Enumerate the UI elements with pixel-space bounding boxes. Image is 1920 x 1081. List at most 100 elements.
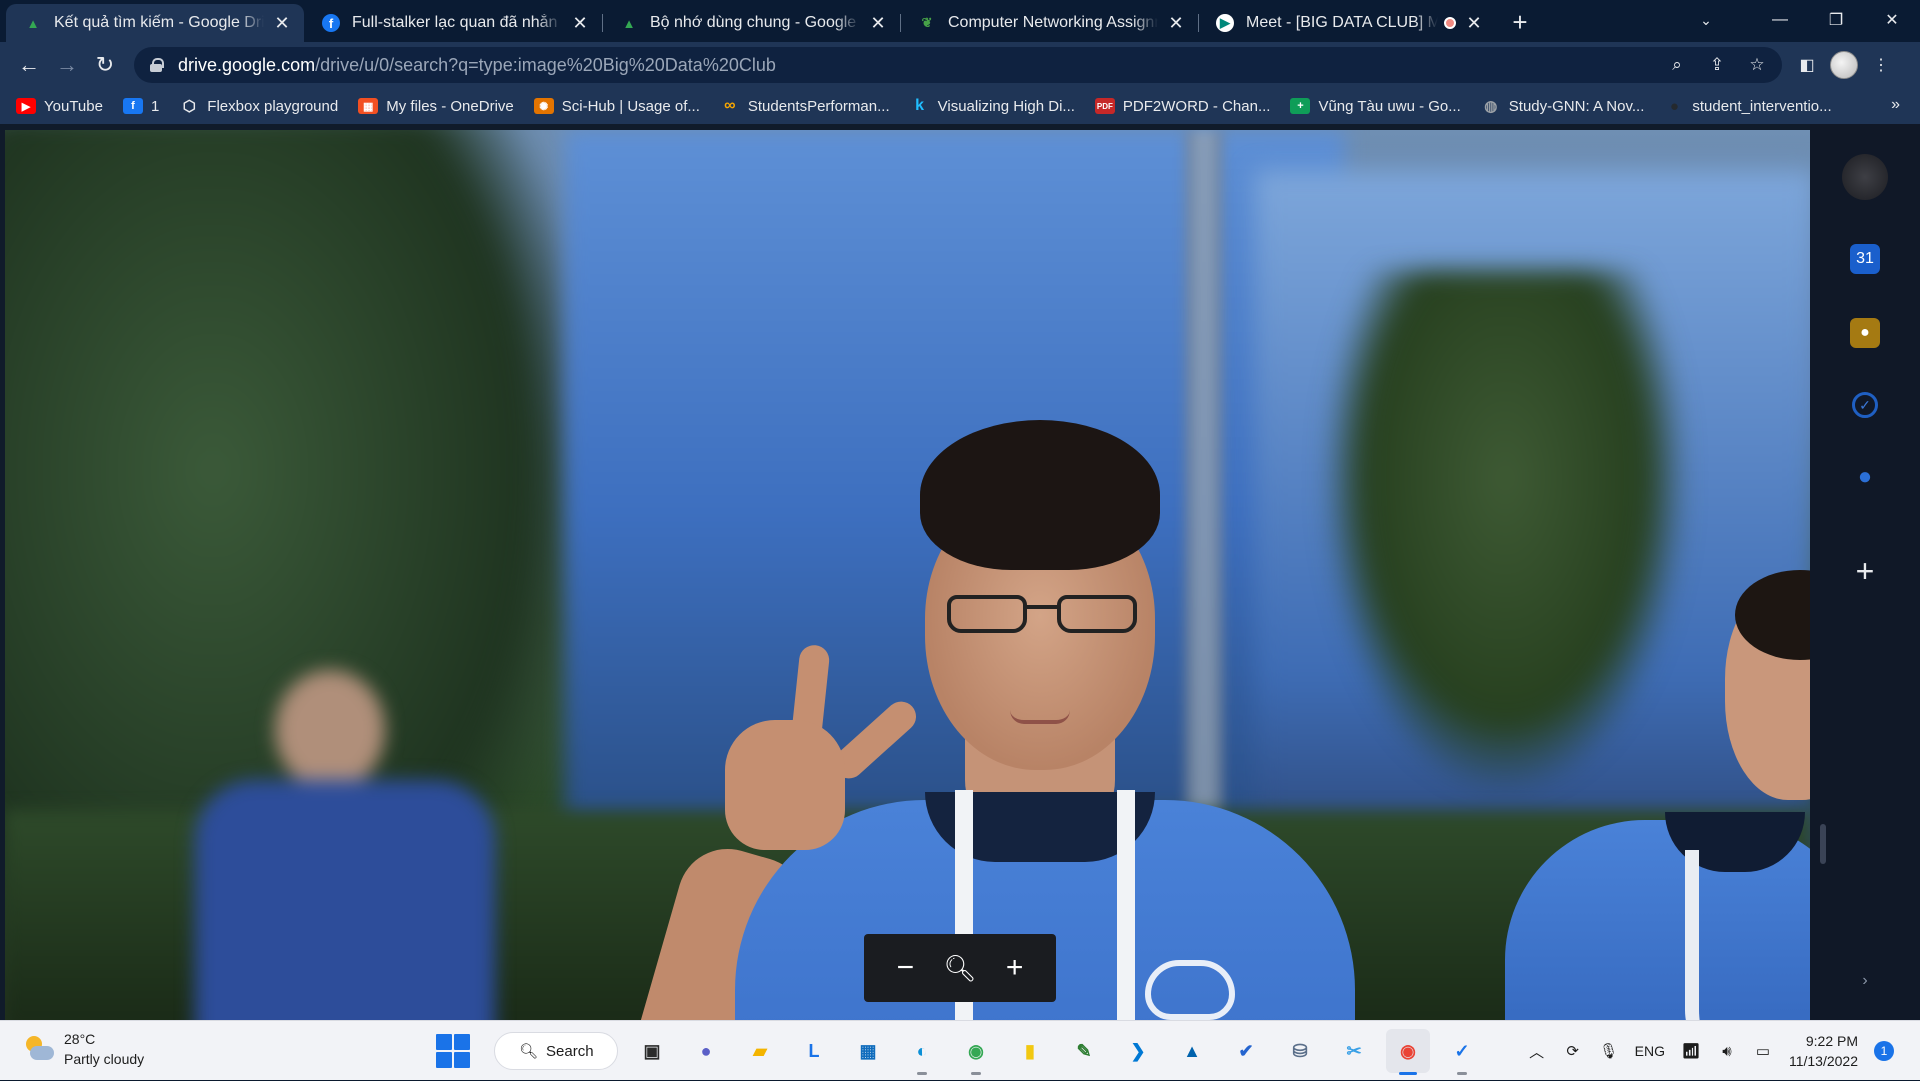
chevron-up-icon[interactable]: ︿ [1527, 1041, 1547, 1061]
bookmark-item[interactable]: k Visualizing High Di... [910, 97, 1075, 115]
forward-icon[interactable]: → [48, 46, 86, 84]
clock-date: 11/13/2022 [1788, 1053, 1858, 1069]
bookmark-label: StudentsPerforman... [747, 97, 890, 115]
bookmark-star-icon[interactable]: ☆ [1742, 50, 1772, 80]
microsoft-icon: ▦ [358, 98, 379, 114]
windows-taskbar: 28°C Partly cloudy 🔍︎ Search ▣ ● ▰ L ▦ ◐ ◉ ▮ ✎ ❯ ▲… [0, 1020, 1920, 1080]
bookmark-item[interactable]: ▶ YouTube [16, 98, 103, 115]
volume-icon[interactable]: 🔊︎ [1717, 1041, 1737, 1061]
browser-tab[interactable]: ▶ Meet - [BIG DATA CLUB] Meeting ✕ [1198, 4, 1496, 42]
azure-icon[interactable]: ▲ [1170, 1029, 1214, 1073]
url-text[interactable]: drive.google.com/drive/u/0/search?q=type… [178, 55, 1662, 76]
start-button[interactable] [436, 1034, 470, 1068]
lock-icon[interactable] [150, 58, 164, 72]
close-tab-icon[interactable]: ✕ [570, 13, 590, 33]
bookmark-label: Vũng Tàu uwu - Go... [1318, 97, 1461, 115]
sync-icon[interactable]: ⟳ [1563, 1041, 1583, 1061]
photo-person-left [155, 630, 515, 1020]
taskbar-search[interactable]: 🔍︎ Search [494, 1032, 618, 1070]
chevron-right-icon[interactable]: › [1862, 972, 1867, 990]
zoom-magnifier-icon[interactable]: 🔍︎ [940, 948, 980, 988]
calendar-icon[interactable]: 31 [1850, 244, 1880, 274]
vscode-icon[interactable]: ❯ [1116, 1029, 1160, 1073]
side-panel-icon[interactable]: ◧ [1792, 50, 1822, 80]
close-tab-icon[interactable]: ✕ [272, 13, 292, 33]
power-bi-icon[interactable]: ▮ [1008, 1029, 1052, 1073]
reload-icon[interactable]: ↻ [86, 46, 124, 84]
tab-search-icon[interactable]: ⌄ [1688, 4, 1724, 36]
tasks-icon[interactable]: ✓ [1852, 392, 1878, 418]
language-indicator[interactable]: ENG [1635, 1043, 1665, 1059]
weather-widget[interactable]: 28°C Partly cloudy [24, 1029, 144, 1069]
more-bookmarks-icon[interactable]: » [1891, 96, 1900, 114]
address-bar[interactable]: drive.google.com/drive/u/0/search?q=type… [134, 47, 1782, 83]
zoom-icon[interactable]: ⌕ [1662, 50, 1692, 80]
menu-kebab-icon[interactable]: ⋮ [1866, 50, 1896, 80]
facebook-icon: f [322, 14, 340, 32]
bookmark-item[interactable]: ◍ Study-GNN: A Nov... [1481, 98, 1644, 116]
chrome-dev-icon[interactable]: ◉ [954, 1029, 998, 1075]
add-addon-icon[interactable]: + [1850, 553, 1880, 589]
task-view-icon[interactable]: ▣ [630, 1029, 674, 1073]
ssms-icon[interactable]: ⛁ [1278, 1029, 1322, 1073]
panel-scrollbar[interactable] [1820, 824, 1826, 864]
flexbox-icon: ⬡ [182, 98, 196, 115]
scihub-icon: ✺ [533, 98, 554, 114]
browser-tab[interactable]: f Full-stalker lạc quan đã nhắn tin ✕ [304, 4, 602, 42]
bookmark-item[interactable]: ∞ StudentsPerforman... [720, 97, 890, 115]
snipping-tool-icon[interactable]: ✂ [1332, 1029, 1376, 1073]
bookmark-item[interactable]: ● student_interventio... [1664, 97, 1832, 115]
bookmark-label: Flexbox playground [207, 97, 339, 115]
profile-avatar[interactable] [1830, 51, 1858, 79]
bookmark-label: YouTube [44, 97, 103, 115]
sheets-icon: + [1290, 98, 1311, 114]
close-tab-icon[interactable]: ✕ [1464, 13, 1484, 33]
close-tab-icon[interactable]: ✕ [868, 13, 888, 33]
notification-badge[interactable]: 1 [1874, 1041, 1894, 1061]
keep-icon[interactable]: ● [1850, 318, 1880, 348]
teams-chat-icon[interactable]: ● [684, 1029, 728, 1073]
close-tab-icon[interactable]: ✕ [1166, 13, 1186, 33]
checklist-app-icon[interactable]: ✓ [1440, 1029, 1484, 1075]
google-drive-icon: ▲ [26, 15, 40, 31]
github-icon: ● [1669, 97, 1679, 115]
wifi-icon[interactable]: 📶︎ [1681, 1041, 1701, 1061]
running-indicator [1457, 1072, 1467, 1075]
bookmark-item[interactable]: ⬡ Flexbox playground [179, 97, 339, 116]
bookmark-item[interactable]: ▦ My files - OneDrive [358, 98, 514, 115]
clock[interactable]: 9:22 PM 11/13/2022 [1789, 1031, 1858, 1071]
zoom-in-button[interactable]: + [995, 948, 1035, 988]
browser-tab[interactable]: ▲ Bộ nhớ dùng chung - Google Drive ✕ [602, 4, 900, 42]
side-account-avatar[interactable] [1842, 154, 1888, 200]
microphone-icon[interactable]: 🎙︎ [1599, 1041, 1619, 1061]
zoom-out-button[interactable]: − [885, 948, 925, 988]
photo-person-right [1505, 570, 1810, 1020]
k-icon: k [915, 97, 925, 114]
side-apps-panel: 31 ● ✓ ● + › [1810, 124, 1920, 1020]
battery-icon[interactable]: ▭ [1753, 1041, 1773, 1061]
bookmark-label: Visualizing High Di... [937, 97, 1075, 115]
minimize-icon[interactable]: — [1752, 0, 1808, 40]
restore-icon[interactable]: ❐ [1808, 0, 1864, 40]
close-window-icon[interactable]: ✕ [1864, 0, 1920, 40]
bookmark-item[interactable]: + Vũng Tàu uwu - Go... [1290, 97, 1461, 115]
new-tab-button[interactable]: + [1502, 4, 1538, 40]
l-app-icon[interactable]: L [792, 1029, 836, 1073]
browser-tab[interactable]: ▲ Kết quả tìm kiếm - Google Drive ✕ [6, 4, 304, 42]
chrome-icon[interactable]: ◉ [1386, 1029, 1430, 1075]
share-icon[interactable]: ⇪ [1702, 50, 1732, 80]
photo-shirt-cloud-logo [1145, 960, 1235, 1020]
file-explorer-icon[interactable]: ▰ [738, 1029, 782, 1073]
back-icon[interactable]: ← [10, 46, 48, 84]
bookmark-item[interactable]: f1 [122, 98, 159, 115]
edge-icon[interactable]: ◐ [900, 1029, 944, 1075]
tab-title: Computer Networking Assignment [948, 14, 1158, 31]
tab-title: Bộ nhớ dùng chung - Google Drive [650, 14, 860, 31]
bookmark-item[interactable]: PDF PDF2WORD - Chan... [1094, 98, 1270, 115]
microsoft-store-icon[interactable]: ▦ [846, 1029, 890, 1073]
browser-tab[interactable]: ❦ Computer Networking Assignment ✕ [900, 4, 1198, 42]
bookmark-item[interactable]: ✺ Sci-Hub | Usage of... [533, 98, 700, 115]
todo-icon[interactable]: ✔ [1224, 1029, 1268, 1073]
paint-icon[interactable]: ✎ [1062, 1029, 1106, 1073]
contacts-icon[interactable]: ● [1850, 462, 1880, 492]
